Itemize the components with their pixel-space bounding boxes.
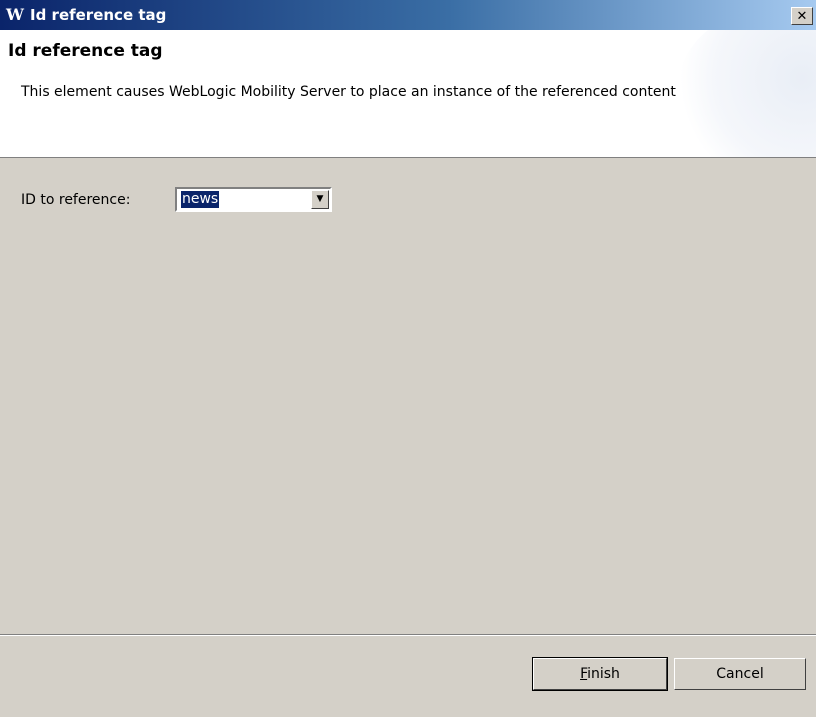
dialog-window: W Id reference tag ✕ Id reference tag Th… [0,0,816,717]
weblogic-app-icon: W [6,5,24,24]
content-area: ID to reference: news ▼ [0,158,816,634]
window-title: Id reference tag [30,6,167,24]
button-bar: Finish Cancel [0,636,816,717]
chevron-down-icon: ▼ [316,194,324,204]
id-reference-value[interactable]: news [181,191,220,208]
finish-label: inish [587,666,620,682]
close-button[interactable]: ✕ [791,7,813,25]
page-title: Id reference tag [8,41,163,61]
header-banner: Id reference tag This element causes Web… [0,30,816,158]
dropdown-button[interactable]: ▼ [311,190,329,209]
id-reference-label: ID to reference: [21,192,131,208]
finish-button[interactable]: Finish [532,657,668,691]
id-reference-select[interactable]: news ▼ [175,187,332,212]
page-description: This element causes WebLogic Mobility Se… [21,84,676,100]
close-icon: ✕ [796,8,808,24]
cancel-button[interactable]: Cancel [674,658,806,690]
title-bar[interactable]: W Id reference tag ✕ [0,0,816,30]
